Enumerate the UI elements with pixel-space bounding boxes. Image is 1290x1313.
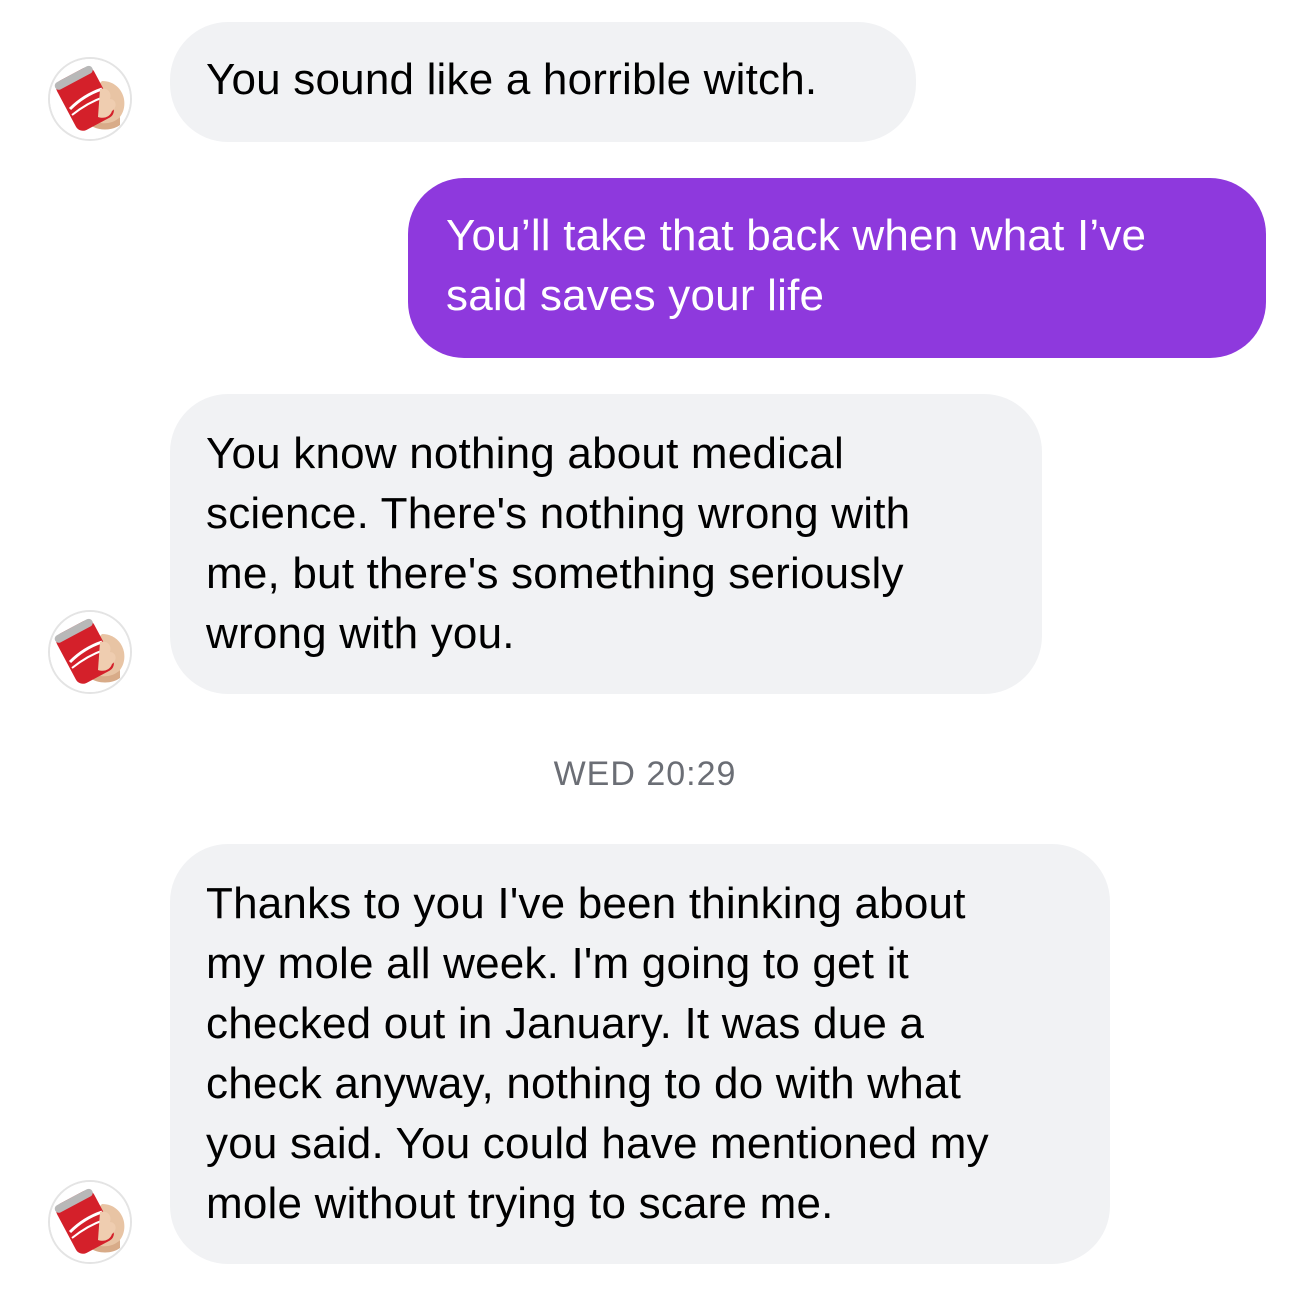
cola-can-in-hand-icon bbox=[50, 612, 130, 692]
incoming-message-bubble[interactable]: Thanks to you I've been thinking about m… bbox=[170, 844, 1110, 1264]
contact-avatar[interactable] bbox=[48, 57, 132, 141]
contact-avatar[interactable] bbox=[48, 610, 132, 694]
cola-can-in-hand-icon bbox=[50, 59, 130, 139]
outgoing-message-bubble[interactable]: You’ll take that back when what I’ve sai… bbox=[408, 178, 1266, 358]
incoming-message-bubble[interactable]: You sound like a horrible witch. bbox=[170, 22, 916, 142]
incoming-message-bubble[interactable]: You know nothing about medical science. … bbox=[170, 394, 1042, 694]
cola-can-in-hand-icon bbox=[50, 1182, 130, 1262]
contact-avatar[interactable] bbox=[48, 1180, 132, 1264]
timestamp-divider: WED 20:29 bbox=[553, 755, 737, 793]
